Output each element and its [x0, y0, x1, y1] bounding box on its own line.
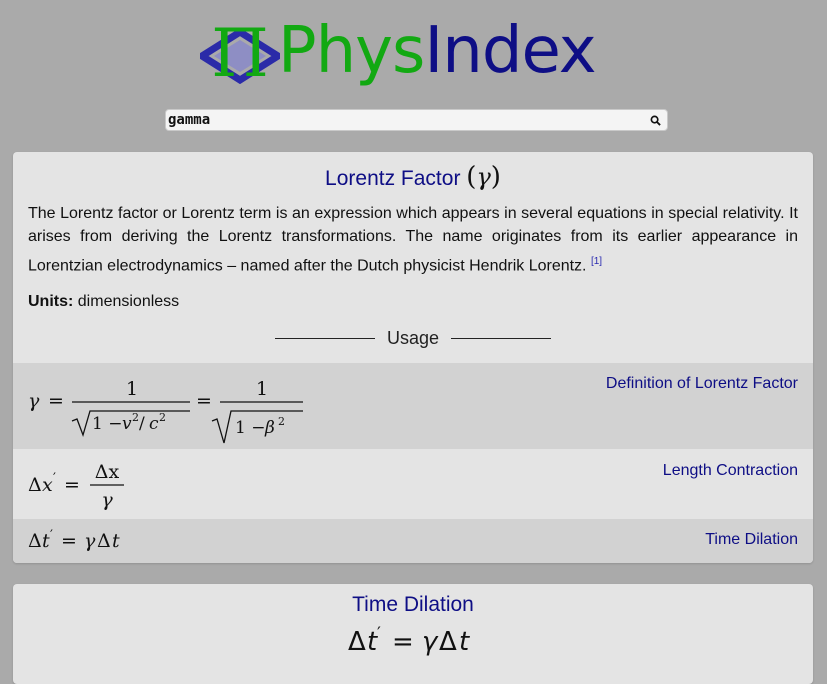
units-value: dimensionless [77, 293, 180, 310]
svg-text:1: 1 [126, 378, 138, 400]
search-button[interactable] [647, 112, 663, 128]
svg-text:/: / [139, 414, 145, 434]
svg-text:γ: γ [101, 489, 113, 511]
svg-text:=: = [392, 627, 414, 657]
search-bar [165, 109, 668, 131]
units-line: Units: dimensionless [28, 293, 179, 311]
usage-heading: Usage [386, 327, 440, 348]
equation-lorentz-factor: γ = 1 1 − v 2 / c 2 = 1 1 − β 2 [28, 378, 303, 444]
usage-row-length-contraction: Δ x ′ = Δx γ Length Contraction [13, 449, 813, 519]
svg-text:v: v [122, 414, 132, 434]
svg-text:t: t [459, 627, 470, 657]
svg-text:x: x [42, 474, 53, 496]
result-card-time-dilation: Time Dilation Δ t ′ = γ Δ t [13, 584, 813, 684]
svg-text:=: = [61, 530, 77, 552]
units-label: Units: [28, 293, 74, 310]
svg-text:Δ: Δ [28, 474, 42, 496]
logo-index-text: Index [424, 14, 596, 88]
card2-equation-wrapper: Δ t ′ = γ Δ t [13, 624, 813, 662]
divider-line [275, 337, 375, 339]
card-title: Lorentz Factor (γ) [325, 162, 501, 192]
usage-divider: Usage [275, 326, 551, 350]
svg-text:2: 2 [159, 411, 166, 424]
card-description: The Lorentz factor or Lorentz term is an… [28, 202, 798, 277]
logo-wordmark: PhysIndex [278, 12, 597, 90]
svg-text:t: t [112, 530, 120, 552]
svg-text:Δ: Δ [97, 530, 111, 552]
svg-text:γ: γ [422, 627, 439, 657]
svg-text:2: 2 [278, 415, 285, 428]
svg-text:2: 2 [132, 411, 139, 424]
description-text: The Lorentz factor or Lorentz term is an… [28, 205, 798, 275]
result-card-lorentz-factor: Lorentz Factor (γ) The Lorentz factor or… [13, 152, 813, 563]
svg-text:1 −: 1 − [235, 418, 265, 438]
divider-line [451, 337, 551, 339]
reference-link[interactable]: [1] [591, 256, 602, 267]
equation-time-dilation-large: Δ t ′ = γ Δ t [348, 624, 470, 657]
search-icon [650, 115, 661, 126]
usage-row-time-dilation: Δ t ′ = γ Δ t Time Dilation [13, 519, 813, 563]
svg-text:Δx: Δx [95, 461, 120, 483]
usage-link-definition[interactable]: Definition of Lorentz Factor [606, 375, 798, 393]
usage-link-time-dilation[interactable]: Time Dilation [705, 531, 798, 549]
logo-pi-icon: Π [214, 20, 266, 84]
svg-text:′: ′ [53, 471, 56, 486]
equation-time-dilation: Δ t ′ = γ Δ t [28, 528, 120, 552]
svg-text:Δ: Δ [348, 627, 366, 657]
svg-text:t: t [42, 530, 50, 552]
svg-text:γ: γ [84, 530, 96, 552]
svg-text:Π: Π [214, 20, 266, 84]
svg-text:c: c [149, 414, 159, 434]
svg-text:=: = [64, 474, 80, 496]
svg-text:1 −: 1 − [92, 414, 122, 434]
search-input[interactable] [166, 110, 636, 130]
logo-phys-text: Phys [278, 14, 425, 88]
svg-text:=: = [48, 390, 64, 412]
card-title-text[interactable]: Lorentz Factor [325, 167, 460, 190]
card-title: Time Dilation [13, 593, 813, 617]
card-title-text[interactable]: Time Dilation [352, 593, 474, 616]
equation-length-contraction: Δ x ′ = Δx γ [28, 461, 124, 511]
svg-text:=: = [196, 390, 212, 412]
svg-text:γ: γ [28, 390, 40, 412]
usage-link-length-contraction[interactable]: Length Contraction [663, 462, 798, 480]
usage-row-definition: γ = 1 1 − v 2 / c 2 = 1 1 − β 2 Definiti… [13, 363, 813, 449]
card-title-symbol: γ [476, 163, 491, 191]
svg-text:′: ′ [50, 528, 53, 543]
svg-text:1: 1 [256, 378, 268, 400]
svg-text:Δ: Δ [439, 627, 457, 657]
svg-text:Δ: Δ [28, 530, 42, 552]
svg-text:′: ′ [377, 624, 381, 644]
svg-text:β: β [264, 418, 275, 438]
